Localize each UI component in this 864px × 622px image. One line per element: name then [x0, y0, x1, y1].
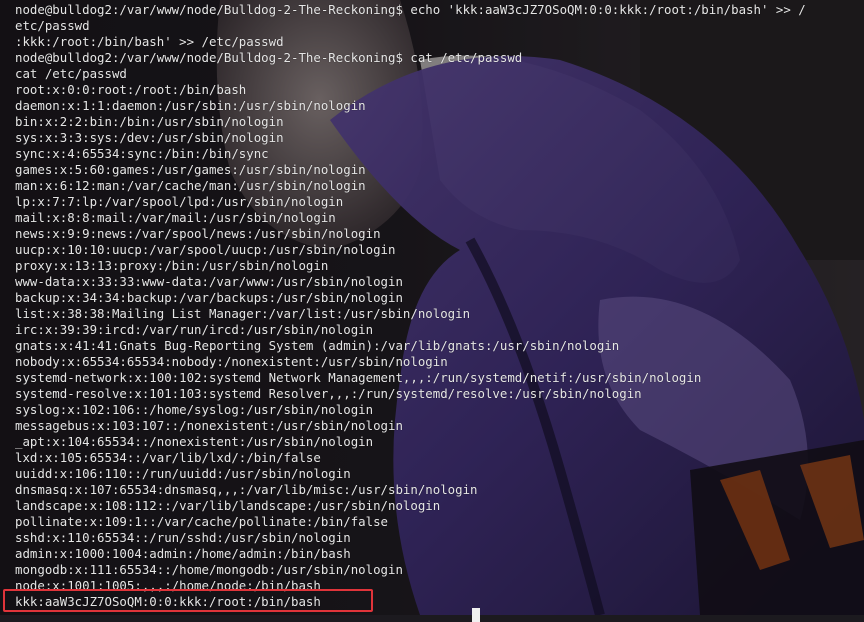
highlight-annotation-box: [3, 589, 373, 612]
terminal-line: proxy:x:13:13:proxy:/bin:/usr/sbin/nolog…: [15, 258, 329, 273]
terminal-line: dnsmasq:x:107:65534:dnsmasq,,,:/var/lib/…: [15, 482, 478, 497]
terminal-scrollbar[interactable]: [860, 0, 864, 615]
terminal-line: cat /etc/passwd: [15, 66, 127, 81]
terminal-line: irc:x:39:39:ircd:/var/run/ircd:/usr/sbin…: [15, 322, 374, 337]
terminal-cursor: [472, 608, 480, 622]
terminal-line: lxd:x:105:65534::/var/lib/lxd/:/bin/fals…: [15, 450, 321, 465]
terminal-line: systemd-network:x:100:102:systemd Networ…: [15, 370, 702, 385]
terminal-line: :kkk:/root:/bin/bash' >> /etc/passwd: [15, 34, 284, 49]
terminal-line: daemon:x:1:1:daemon:/usr/sbin:/usr/sbin/…: [15, 98, 366, 113]
terminal-line: root:x:0:0:root:/root:/bin/bash: [15, 82, 247, 97]
terminal-line: nobody:x:65534:65534:nobody:/nonexistent…: [15, 354, 448, 369]
terminal-line: node@bulldog2:/var/www/node/Bulldog-2-Th…: [15, 50, 523, 65]
terminal-line: man:x:6:12:man:/var/cache/man:/usr/sbin/…: [15, 178, 366, 193]
terminal-line: _apt:x:104:65534::/nonexistent:/usr/sbin…: [15, 434, 374, 449]
terminal-line: bin:x:2:2:bin:/bin:/usr/sbin/nologin: [15, 114, 284, 129]
terminal-line: www-data:x:33:33:www-data:/var/www:/usr/…: [15, 274, 403, 289]
terminal-line: gnats:x:41:41:Gnats Bug-Reporting System…: [15, 338, 620, 353]
terminal-line: lp:x:7:7:lp:/var/spool/lpd:/usr/sbin/nol…: [15, 194, 344, 209]
terminal-line: backup:x:34:34:backup:/var/backups:/usr/…: [15, 290, 403, 305]
terminal-line: sync:x:4:65534:sync:/bin:/bin/sync: [15, 146, 269, 161]
terminal-line: list:x:38:38:Mailing List Manager:/var/l…: [15, 306, 471, 321]
terminal-line: sys:x:3:3:sys:/dev:/usr/sbin/nologin: [15, 130, 284, 145]
terminal-line: systemd-resolve:x:101:103:systemd Resolv…: [15, 386, 642, 401]
terminal-line: uucp:x:10:10:uucp:/var/spool/uucp:/usr/s…: [15, 242, 396, 257]
terminal-line: games:x:5:60:games:/usr/games:/usr/sbin/…: [15, 162, 366, 177]
terminal-line: sshd:x:110:65534::/run/sshd:/usr/sbin/no…: [15, 530, 351, 545]
terminal-line: etc/passwd: [15, 18, 90, 33]
terminal-line: news:x:9:9:news:/var/spool/news:/usr/sbi…: [15, 226, 381, 241]
terminal-line: admin:x:1000:1004:admin:/home/admin:/bin…: [15, 546, 351, 561]
terminal-line: messagebus:x:103:107::/nonexistent:/usr/…: [15, 418, 403, 433]
terminal-line: syslog:x:102:106::/home/syslog:/usr/sbin…: [15, 402, 374, 417]
terminal-line: mongodb:x:111:65534::/home/mongodb:/usr/…: [15, 562, 403, 577]
terminal-line: pollinate:x:109:1::/var/cache/pollinate:…: [15, 514, 388, 529]
terminal-line: mail:x:8:8:mail:/var/mail:/usr/sbin/nolo…: [15, 210, 336, 225]
terminal-line: uuidd:x:106:110::/run/uuidd:/usr/sbin/no…: [15, 466, 351, 481]
terminal-line: landscape:x:108:112::/var/lib/landscape:…: [15, 498, 441, 513]
terminal-line: node@bulldog2:/var/www/node/Bulldog-2-Th…: [15, 2, 806, 17]
terminal-output[interactable]: node@bulldog2:/var/www/node/Bulldog-2-Th…: [0, 0, 864, 615]
